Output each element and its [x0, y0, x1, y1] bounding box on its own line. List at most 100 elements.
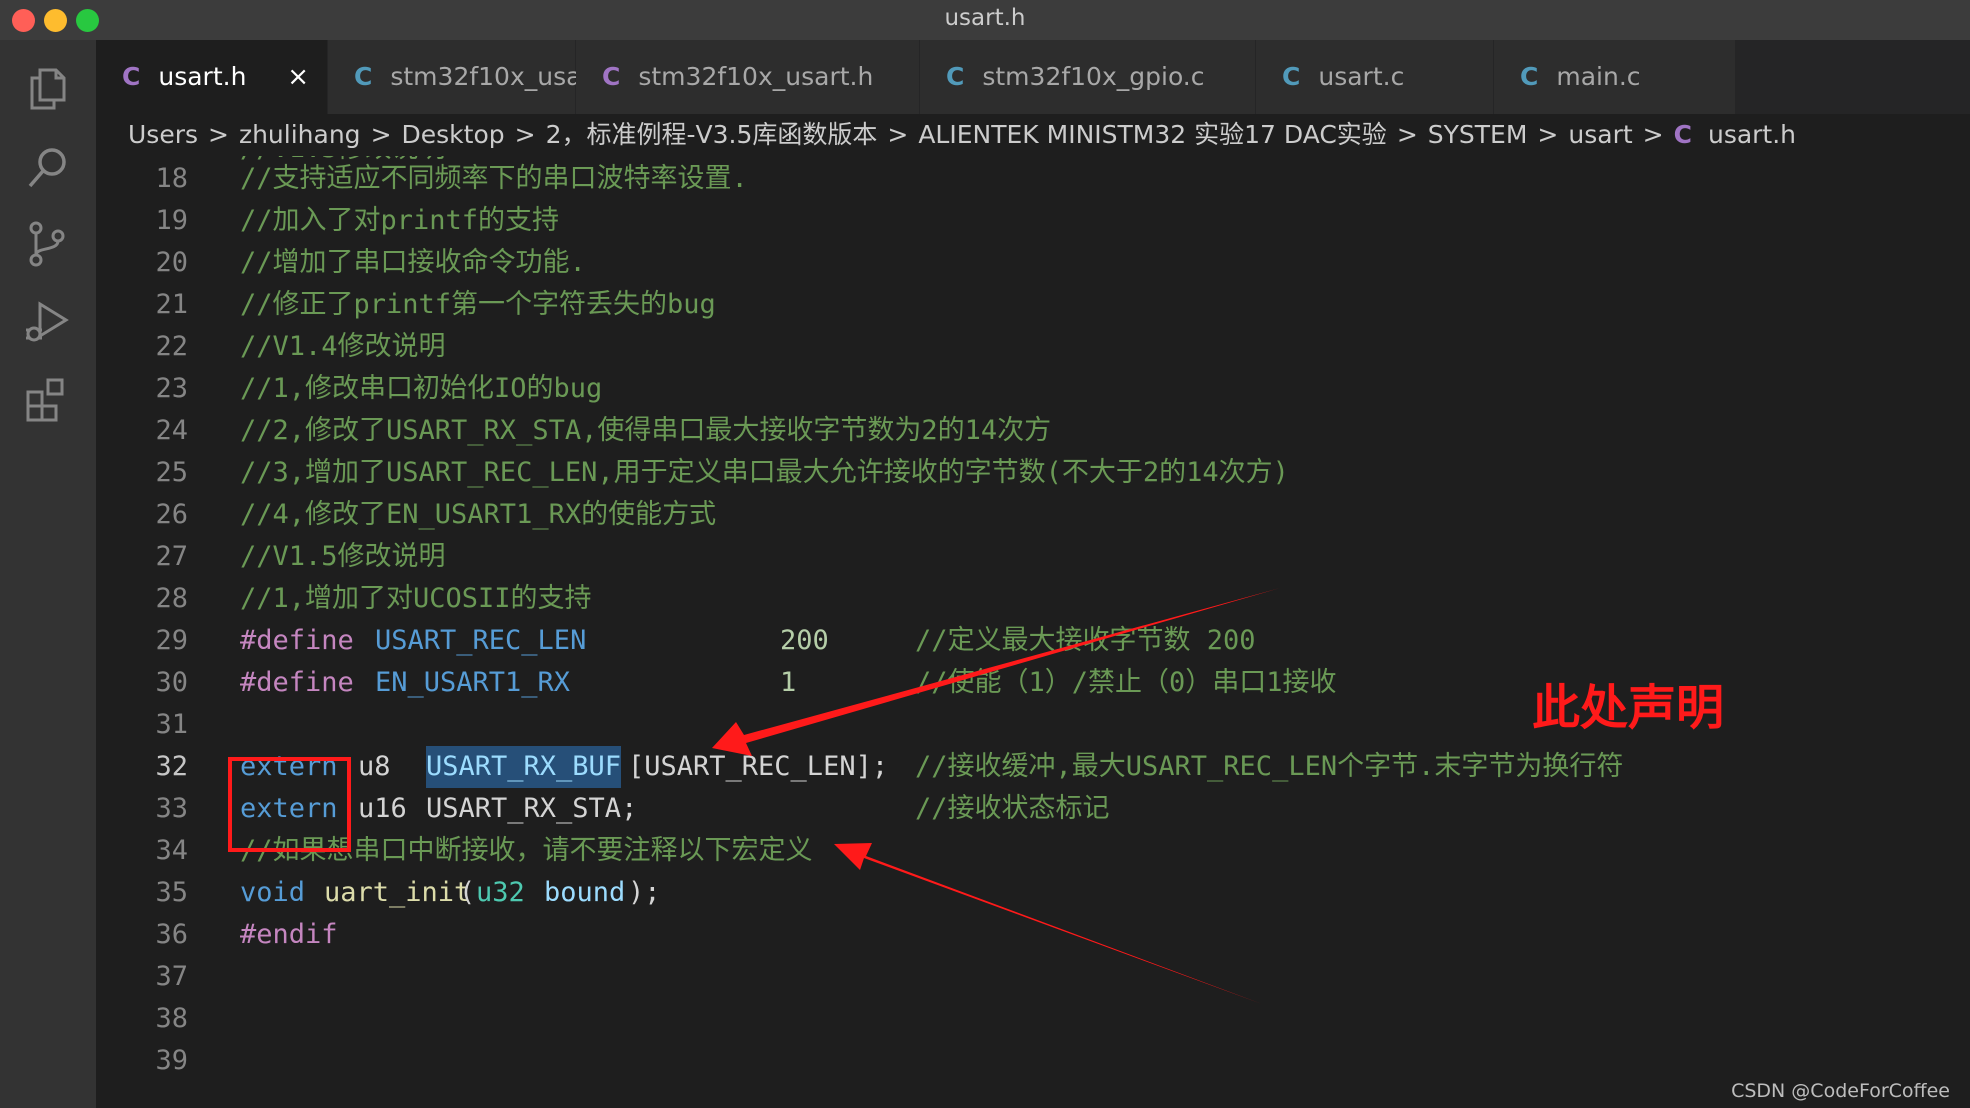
annotation-note: 此处声明: [1532, 680, 1725, 736]
line-number: 39: [155, 1045, 188, 1076]
extensions-icon[interactable]: [22, 374, 74, 426]
tab-usart-c[interactable]: Cusart.c: [1256, 40, 1494, 114]
line-number: 21: [155, 289, 188, 320]
breadcrumb-separator: >: [1396, 120, 1418, 149]
line-number: 36: [155, 919, 188, 950]
code-line: 22 //V1.4修改说明: [96, 326, 1970, 368]
breadcrumb-item[interactable]: Users: [128, 120, 198, 149]
macro-value: 1: [780, 667, 797, 698]
breadcrumb-item[interactable]: SYSTEM: [1428, 120, 1528, 149]
line-number: 35: [155, 877, 188, 908]
tab-stm32f10x-usart-h[interactable]: Cstm32f10x_usart.h: [576, 40, 920, 114]
line-comment: //V1.5修改说明: [240, 541, 446, 572]
code-line: 25 //3,增加了USART_REC_LEN,用于定义串口最大允许接收的字节数…: [96, 452, 1970, 494]
line-comment: //接收缓冲,最大USART_REC_LEN个字节.末字节为换行符: [915, 751, 1624, 782]
line-number: 19: [155, 205, 188, 236]
code-text: [USART_REC_LEN];: [628, 751, 889, 782]
breadcrumb-file[interactable]: usart.h: [1708, 120, 1796, 149]
tab-stm32f10x-usart-c[interactable]: Cstm32f10x_usart.c: [328, 40, 623, 114]
tab-label: main.c: [1556, 62, 1641, 91]
line-number: 38: [155, 1003, 188, 1034]
breadcrumb-item[interactable]: ALIENTEK MINISTM32 实验17 DAC实验: [918, 120, 1386, 149]
line-comment: //V1.4修改说明: [240, 331, 446, 362]
type-name: u8: [358, 751, 391, 782]
breadcrumb-item[interactable]: 2，标准例程-V3.5库函数版本: [546, 120, 878, 149]
window-title: usart.h: [944, 5, 1026, 31]
line-number: 24: [155, 415, 188, 446]
param-name: bound: [544, 877, 626, 908]
open-paren: (: [459, 877, 476, 908]
code-line: 39: [96, 1040, 1970, 1082]
selected-identifier: USART_RX_BUF: [426, 746, 622, 788]
breadcrumb-separator: >: [514, 120, 536, 149]
breadcrumb: Users > zhulihang > Desktop >2，标准例程-V3.5库函数版本…: [96, 114, 1970, 156]
line-number: 22: [155, 331, 188, 362]
tab-label: stm32f10x_usart.h: [638, 62, 874, 91]
c-source-file-icon: C: [1520, 62, 1539, 91]
define-directive: #define: [240, 667, 354, 698]
code-line: 34 //如果想串口中断接收，请不要注释以下宏定义: [96, 830, 1970, 872]
endif-directive: #endif: [240, 919, 338, 950]
code-editor[interactable]: //V1.3修改说明 18 //支持适应不同频率下的串口波特率设置. 19 //…: [96, 156, 1970, 1108]
code-line: 24 //2,修改了USART_RX_STA,使得串口最大接收字节数为2的14次…: [96, 410, 1970, 452]
breadcrumb-separator: >: [1537, 120, 1559, 149]
breadcrumb-item[interactable]: Desktop: [402, 120, 505, 149]
line-number: 23: [155, 373, 188, 404]
tab-label: stm32f10x_gpio.c: [982, 62, 1205, 91]
c-source-file-icon: C: [1282, 62, 1301, 91]
type-name: u16: [358, 793, 407, 824]
tab-label: usart.h: [158, 62, 247, 91]
line-comment: //3,增加了USART_REC_LEN,用于定义串口最大允许接收的字节数(不大…: [240, 457, 1289, 488]
code-line: 33 extern u16 USART_RX_STA; //接收状态标记: [96, 788, 1970, 830]
code-line: 35 void uart_init ( u32 bound );: [96, 872, 1970, 914]
code-line: 37: [96, 956, 1970, 998]
search-icon[interactable]: [22, 142, 74, 194]
macro-value: 200: [780, 625, 829, 656]
tab-stm32f10x-gpio-c[interactable]: Cstm32f10x_gpio.c: [920, 40, 1256, 114]
code-line: 20 //增加了串口接收命令功能.: [96, 242, 1970, 284]
function-name: uart_init: [324, 877, 471, 908]
c-header-file-icon: C: [1673, 120, 1692, 149]
tab-usart-h[interactable]: Cusart.h ×: [96, 40, 328, 114]
line-number: 29: [155, 625, 188, 656]
line-number: 20: [155, 247, 188, 278]
line-number: 18: [155, 163, 188, 194]
line-number: 37: [155, 961, 188, 992]
line-comment: //加入了对printf的支持: [240, 205, 560, 236]
line-number: 30: [155, 667, 188, 698]
code-line: 28 //1,增加了对UCOSII的支持: [96, 578, 1970, 620]
line-comment: //定义最大接收字节数 200: [915, 625, 1256, 656]
line-comment: //如果想串口中断接收，请不要注释以下宏定义: [240, 835, 813, 866]
code-text: USART_RX_STA;: [426, 793, 638, 824]
code-line: 21 //修正了printf第一个字符丢失的bug: [96, 284, 1970, 326]
line-comment: //使能（1）/禁止（0）串口1接收: [915, 667, 1337, 698]
extern-keyword: extern: [240, 751, 338, 782]
code-line: 26 //4,修改了EN_USART1_RX的使能方式: [96, 494, 1970, 536]
param-type: u32: [476, 877, 525, 908]
breadcrumb-item[interactable]: zhulihang: [239, 120, 361, 149]
run-debug-icon[interactable]: [22, 296, 74, 348]
source-control-icon[interactable]: [22, 218, 74, 270]
line-number: 33: [155, 793, 188, 824]
line-comment: //增加了串口接收命令功能.: [240, 247, 586, 278]
line-comment: //1,修改串口初始化IO的bug: [240, 373, 603, 404]
breadcrumb-item[interactable]: usart: [1568, 120, 1632, 149]
code-line: 29 #define USART_REC_LEN 200 //定义最大接收字节数…: [96, 620, 1970, 662]
c-source-file-icon: C: [354, 62, 373, 91]
macro-name: USART_REC_LEN: [375, 625, 587, 656]
line-number: 26: [155, 499, 188, 530]
tab-bar: Cusart.h × Cstm32f10x_usart.c Cstm32f10x…: [96, 40, 1970, 114]
line-number: 31: [155, 709, 188, 740]
close-tab-icon[interactable]: ×: [287, 40, 309, 114]
c-header-file-icon: C: [602, 62, 621, 91]
breadcrumb-separator: >: [370, 120, 392, 149]
code-line: 23 //1,修改串口初始化IO的bug: [96, 368, 1970, 410]
explorer-icon[interactable]: [22, 62, 74, 114]
tab-label: usart.c: [1318, 62, 1405, 91]
code-line: 38: [96, 998, 1970, 1040]
line-comment: //修正了printf第一个字符丢失的bug: [240, 289, 716, 320]
line-number: 34: [155, 835, 188, 866]
line-number: 25: [155, 457, 188, 488]
tab-main-c[interactable]: Cmain.c: [1494, 40, 1736, 114]
code-line: 36 #endif: [96, 914, 1970, 956]
